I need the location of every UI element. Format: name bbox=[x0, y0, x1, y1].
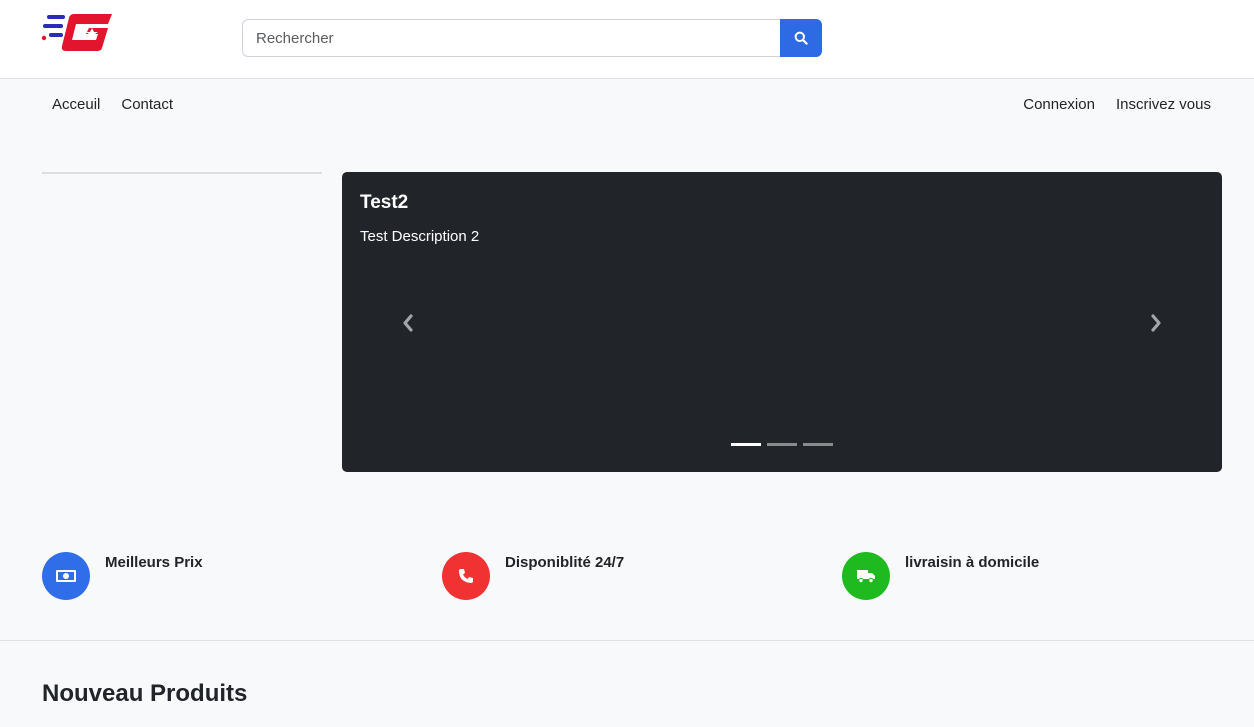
feature-label: livraisin à domicile bbox=[905, 554, 1040, 571]
feature-best-price: Meilleurs Prix bbox=[42, 552, 203, 600]
money-bill-icon bbox=[56, 570, 76, 582]
top-header bbox=[0, 0, 1254, 79]
feature-availability: Disponiblité 24/7 bbox=[442, 552, 624, 600]
truck-icon bbox=[857, 570, 875, 584]
carousel-indicator[interactable] bbox=[767, 443, 797, 446]
phone-icon bbox=[459, 569, 473, 583]
search-input[interactable] bbox=[242, 19, 780, 57]
chevron-left-icon bbox=[403, 314, 413, 332]
section-divider bbox=[0, 640, 1254, 641]
slide-description: Test Description 2 bbox=[360, 228, 480, 245]
sidebar-divider bbox=[42, 172, 322, 174]
main-nav: Acceuil Contact bbox=[52, 96, 173, 113]
site-logo[interactable] bbox=[40, 12, 114, 54]
carousel-prev-button[interactable] bbox=[393, 308, 423, 338]
feature-home-delivery: livraisin à domicile bbox=[842, 552, 1039, 600]
feature-icon-badge bbox=[442, 552, 490, 600]
new-products-heading: Nouveau Produits bbox=[42, 680, 248, 707]
search-icon bbox=[794, 31, 808, 45]
nav-link-contact[interactable]: Contact bbox=[121, 96, 173, 113]
carousel-indicator[interactable] bbox=[731, 443, 761, 446]
carousel-indicator[interactable] bbox=[803, 443, 833, 446]
feature-icon-badge bbox=[42, 552, 90, 600]
feature-label: Disponiblité 24/7 bbox=[505, 554, 625, 571]
carousel-indicators bbox=[731, 443, 833, 446]
login-link[interactable]: Connexion bbox=[1023, 96, 1095, 113]
logo-mark bbox=[41, 14, 112, 51]
register-link[interactable]: Inscrivez vous bbox=[1116, 96, 1211, 113]
chevron-right-icon bbox=[1151, 314, 1161, 332]
carousel-next-button[interactable] bbox=[1141, 308, 1171, 338]
slide-title: Test2 bbox=[360, 192, 409, 213]
search-button[interactable] bbox=[780, 19, 822, 57]
search-bar bbox=[242, 19, 822, 57]
account-nav: Connexion Inscrivez vous bbox=[1023, 96, 1211, 113]
feature-label: Meilleurs Prix bbox=[105, 554, 203, 571]
nav-link-acceuil[interactable]: Acceuil bbox=[52, 96, 100, 113]
hero-carousel: Test2 Test Description 2 bbox=[342, 172, 1222, 472]
feature-icon-badge bbox=[842, 552, 890, 600]
